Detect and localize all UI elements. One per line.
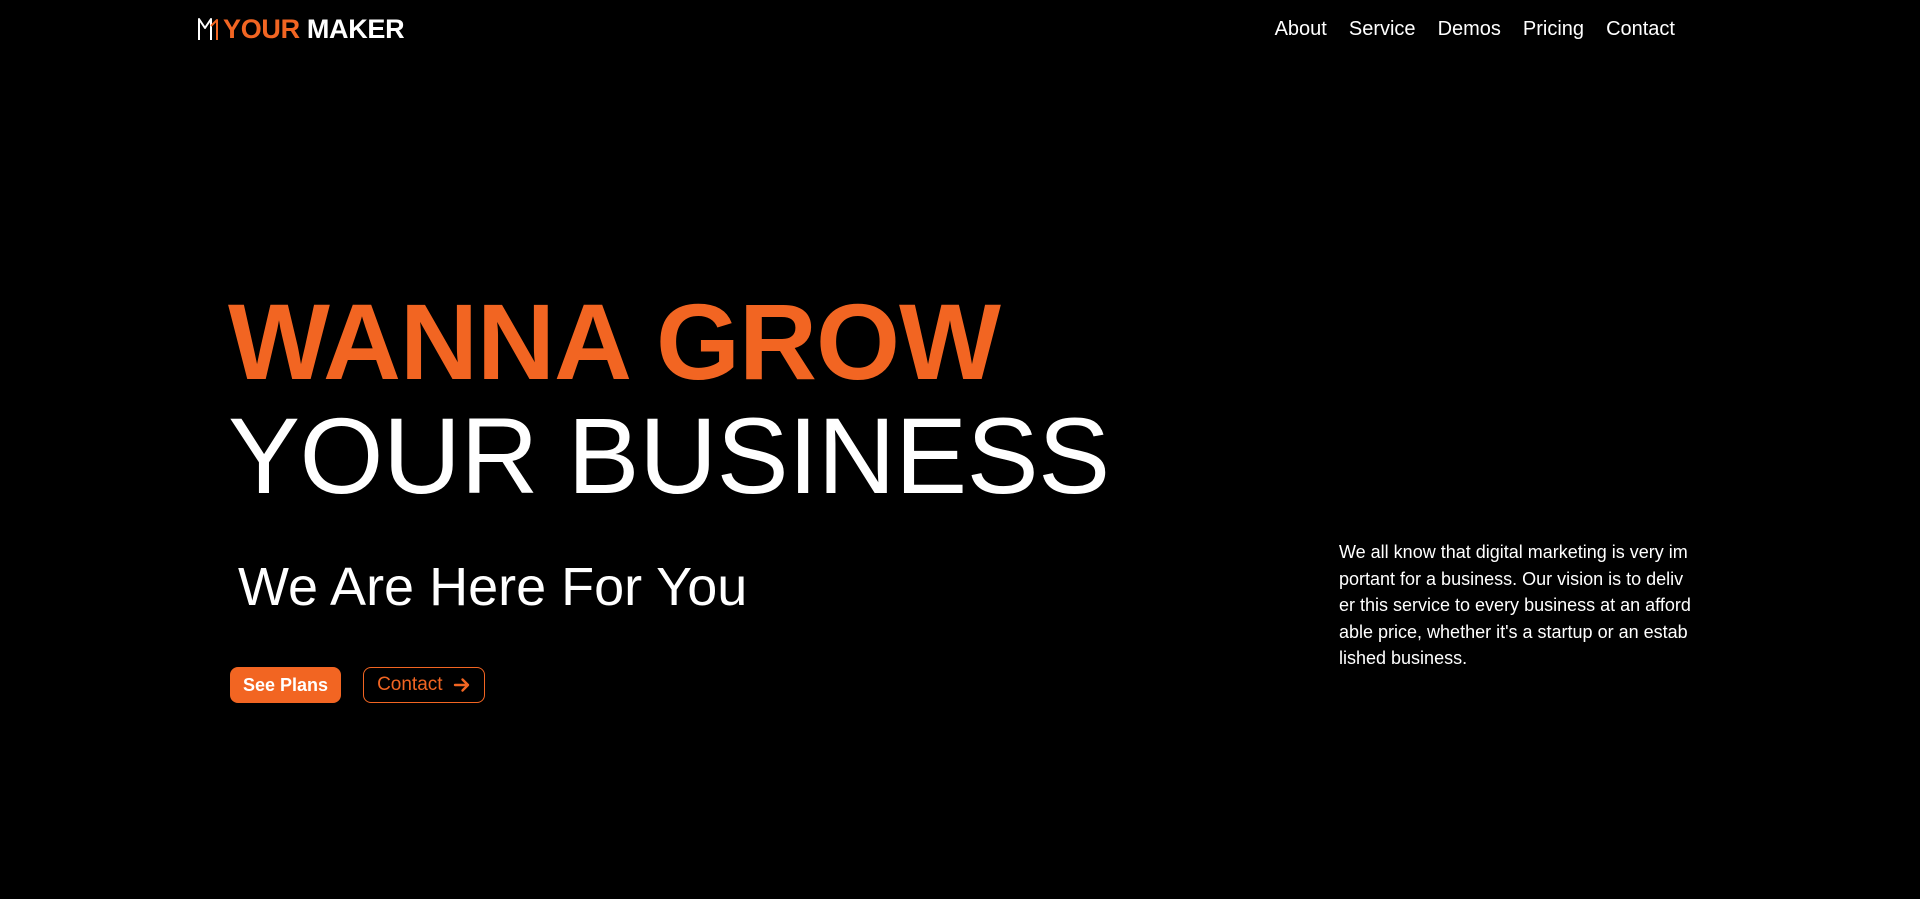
contact-button[interactable]: Contact <box>363 667 485 703</box>
arrow-right-icon <box>453 676 471 694</box>
site-header: YOUR MAKER About Service Demos Pricing C… <box>0 0 1920 58</box>
see-plans-button[interactable]: See Plans <box>230 667 342 703</box>
landing-page: YOUR MAKER About Service Demos Pricing C… <box>0 0 1920 899</box>
hero-description: We all know that digital marketing is ve… <box>1339 542 1691 668</box>
see-plans-label: See Plans <box>243 674 329 695</box>
maker-logo-icon <box>197 16 219 42</box>
nav-link-about[interactable]: About <box>1275 14 1327 44</box>
brand-name-accent: YOUR <box>223 14 300 44</box>
contact-button-label: Contact <box>377 674 443 695</box>
hero-title-accent: WANNA GROW <box>228 281 1001 402</box>
hero-title-main: YOUR BUSINESS <box>228 395 1110 516</box>
hero-subtitle: We Are Here For You <box>238 557 748 617</box>
nav-link-pricing[interactable]: Pricing <box>1523 14 1584 44</box>
nav-link-contact[interactable]: Contact <box>1606 14 1675 44</box>
hero-actions: See Plans Contact <box>230 667 485 703</box>
nav-link-demos[interactable]: Demos <box>1438 14 1501 44</box>
nav-link-service[interactable]: Service <box>1349 14 1416 44</box>
brand-name-light: MAKER <box>306 14 405 44</box>
main-nav: About Service Demos Pricing Contact <box>1275 14 1675 44</box>
brand-logo-link[interactable]: YOUR MAKER <box>197 12 405 46</box>
